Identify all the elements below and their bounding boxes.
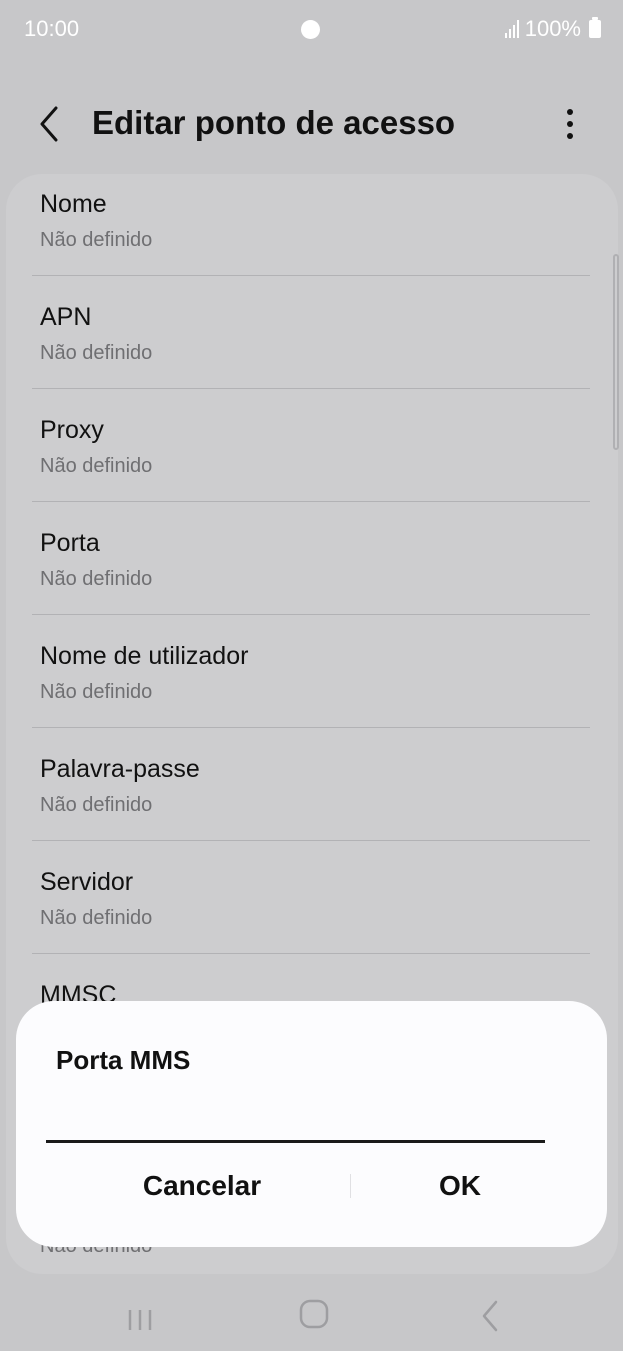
ok-button[interactable]: OK [334,1162,586,1210]
list-item-nome[interactable]: Nome Não definido [40,174,590,287]
divider [32,840,590,841]
navigation-bar [0,1280,623,1351]
more-vertical-icon [567,109,573,139]
home-button[interactable] [298,1298,330,1330]
item-value: Não definido [40,681,153,703]
status-bar: 10:00 100% [0,0,623,60]
scrollbar[interactable] [613,254,619,450]
item-value: Não definido [40,907,153,929]
recent-apps-icon [128,1310,152,1330]
item-value: Não definido [40,455,153,477]
item-title: Proxy [40,416,104,444]
dialog-title: Porta MMS [56,1045,191,1075]
item-value: Não definido [40,342,153,364]
divider [32,275,590,276]
item-title: APN [40,303,92,331]
input-underline [46,1140,545,1143]
item-title: Nome [40,190,107,218]
item-title: Nome de utilizador [40,642,249,670]
recent-apps-button[interactable] [124,1300,156,1340]
divider [32,501,590,502]
list-item-apn[interactable]: APN Não definido [40,287,590,400]
list-item-proxy[interactable]: Proxy Não definido [40,400,590,513]
item-title: Servidor [40,868,134,896]
status-time: 10:00 [24,16,80,41]
nav-back-button[interactable] [476,1298,504,1334]
item-title: Porta [40,529,100,557]
status-indicators: 100% [504,16,601,42]
more-options-button[interactable] [552,102,588,146]
page-title: Editar ponto de acesso [92,104,456,141]
list-item-nome-de-utilizador[interactable]: Nome de utilizador Não definido [40,626,590,739]
divider [32,727,590,728]
battery-percentage: 100% [524,16,581,41]
divider [32,953,590,954]
item-value: Não definido [40,794,153,816]
back-chevron-icon [482,1300,498,1332]
divider [32,388,590,389]
app-bar: Editar ponto de acesso [0,90,623,160]
back-button[interactable] [28,102,72,146]
home-icon [299,1299,329,1329]
notification-dot-icon [301,20,320,39]
cancel-button[interactable]: Cancelar [76,1162,328,1210]
list-item-porta[interactable]: Porta Não definido [40,513,590,626]
signal-icon [504,20,519,38]
chevron-left-icon [40,106,58,142]
list-item-servidor[interactable]: Servidor Não definido [40,852,590,965]
item-value: Não definido [40,229,153,251]
item-title: Palavra-passe [40,755,200,783]
list-item-palavra-passe[interactable]: Palavra-passe Não definido [40,739,590,852]
item-value: Não definido [40,568,153,590]
divider [32,614,590,615]
battery-icon [589,17,601,38]
